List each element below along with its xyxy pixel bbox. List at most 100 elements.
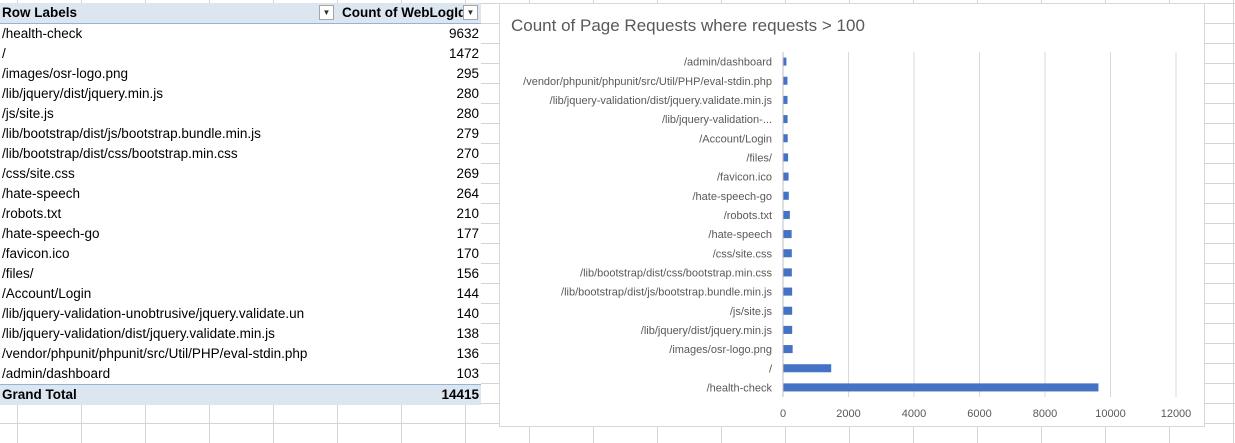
bar[interactable] <box>783 345 793 354</box>
pivot-row-label: / <box>2 46 6 61</box>
pivot-row[interactable]: /lib/bootstrap/dist/css/bootstrap.min.cs… <box>0 144 481 164</box>
pivot-row-label: /css/site.css <box>2 166 75 181</box>
bar[interactable] <box>783 153 789 162</box>
pivot-row[interactable]: /favicon.ico 170 <box>0 244 481 264</box>
x-tick-label: 2000 <box>836 408 860 420</box>
pivot-row[interactable]: /css/site.css 269 <box>0 164 481 184</box>
pivot-row-label: /lib/jquery-validation/dist/jquery.valid… <box>2 326 275 341</box>
pivot-row[interactable]: /lib/jquery/dist/jquery.min.js 280 <box>0 84 481 104</box>
bar[interactable] <box>783 383 1099 392</box>
y-category-label: /admin/dashboard <box>684 57 772 69</box>
pivot-row-label: /favicon.ico <box>2 246 70 261</box>
bar[interactable] <box>783 249 792 258</box>
y-category-label: /files/ <box>746 152 773 164</box>
pivot-row-label: /Account/Login <box>2 286 92 301</box>
pivot-row-label: /hate-speech-go <box>2 226 100 241</box>
pivot-row-value: 210 <box>456 206 479 221</box>
pivot-table: Row Labels ▼ Count of WebLogId ▼ /health… <box>0 3 481 405</box>
pivot-row-value: 269 <box>456 166 479 181</box>
pivot-row-label: /lib/bootstrap/dist/js/bootstrap.bundle.… <box>2 126 261 141</box>
grand-total-label: Grand Total <box>2 387 77 402</box>
pivot-row-label: /robots.txt <box>2 206 62 221</box>
bar[interactable] <box>783 172 789 181</box>
bar[interactable] <box>783 306 793 315</box>
pivot-row[interactable]: /images/osr-logo.png 295 <box>0 64 481 84</box>
bar[interactable] <box>783 191 789 200</box>
value-header-dropdown-icon[interactable]: ▼ <box>463 5 478 20</box>
x-tick-label: 10000 <box>1095 408 1126 420</box>
pivot-row[interactable]: /files/156 <box>0 264 481 284</box>
y-category-label: /robots.txt <box>724 210 772 222</box>
pivot-row-label: /admin/dashboard <box>2 366 111 381</box>
y-category-label: /health-check <box>707 382 773 394</box>
pivot-row-value: 177 <box>456 226 479 241</box>
y-category-label: / <box>769 363 773 375</box>
bar[interactable] <box>783 268 792 277</box>
bar-chart: 0 2000 4000 6000 8000 10000 12000/health-check… <box>523 52 1191 420</box>
y-category-label: /lib/bootstrap/dist/css/bootstrap.min.cs… <box>580 267 772 279</box>
pivot-row-label: /vendor/phpunit/phpunit/src/Util/PHP/eva… <box>2 346 308 361</box>
pivot-row[interactable]: /admin/dashboard 103 <box>0 364 481 384</box>
pivot-row-label: /lib/jquery-validation-unobtrusive/jquer… <box>2 306 305 321</box>
x-tick-label: 6000 <box>967 408 991 420</box>
row-labels-header-text: Row Labels <box>2 5 78 20</box>
row-labels-header[interactable]: Row Labels ▼ <box>0 3 338 23</box>
bar[interactable] <box>783 57 787 66</box>
pivot-row-label: /hate-speech <box>2 186 81 201</box>
value-header[interactable]: Count of WebLogId ▼ <box>338 3 481 23</box>
pivot-row-value: 136 <box>456 346 479 361</box>
y-category-label: /Account/Login <box>699 133 772 145</box>
pivot-row-value: 103 <box>456 366 479 381</box>
bar[interactable] <box>783 230 792 239</box>
pivot-row-value: 144 <box>456 286 479 301</box>
pivot-row-value: 280 <box>456 86 479 101</box>
pivot-row[interactable]: /lib/jquery-validation/dist/jquery.valid… <box>0 324 481 344</box>
y-category-label: /hate-speech <box>708 229 772 241</box>
pivot-row-value: 264 <box>456 186 479 201</box>
value-header-text: Count of WebLogId <box>342 5 467 20</box>
pivot-row-value: 295 <box>456 66 479 81</box>
bar[interactable] <box>783 134 788 143</box>
pivot-row-value: 1472 <box>448 46 479 61</box>
pivot-row-label: /files/ <box>2 266 34 281</box>
pivot-row[interactable]: /health-check 9632 <box>0 24 481 44</box>
pivot-row[interactable]: /hate-speech-go 177 <box>0 224 481 244</box>
pivot-row[interactable]: /Account/Login 144 <box>0 284 481 304</box>
pivot-row[interactable]: /js/site.js 280 <box>0 104 481 124</box>
pivot-row[interactable]: /lib/bootstrap/dist/js/bootstrap.bundle.… <box>0 124 481 144</box>
pivot-row[interactable]: /lib/jquery-validation-unobtrusive/jquer… <box>0 304 481 324</box>
bar[interactable] <box>783 287 793 296</box>
pivot-row[interactable]: /hate-speech 264 <box>0 184 481 204</box>
y-category-label: /lib/jquery-validation-... <box>662 114 772 126</box>
y-category-label: /favicon.ico <box>717 172 772 184</box>
pivot-row-value: 138 <box>456 326 479 341</box>
pivot-row-value: 279 <box>456 126 479 141</box>
pivot-row[interactable]: /vendor/phpunit/phpunit/src/Util/PHP/eva… <box>0 344 481 364</box>
pivot-row-value: 140 <box>456 306 479 321</box>
bar[interactable] <box>783 95 788 104</box>
pivot-row[interactable]: /robots.txt 210 <box>0 204 481 224</box>
pivot-row-label: /images/osr-logo.png <box>2 66 129 81</box>
y-category-label: /js/site.js <box>730 306 773 318</box>
pivot-row[interactable]: / 1472 <box>0 44 481 64</box>
bar[interactable] <box>783 210 790 219</box>
pivot-row-label: /js/site.js <box>2 106 54 121</box>
x-tick-label: 8000 <box>1033 408 1057 420</box>
bar[interactable] <box>783 115 788 124</box>
y-category-label: /lib/bootstrap/dist/js/bootstrap.bundle.… <box>561 287 772 299</box>
y-category-label: /css/site.css <box>713 248 773 260</box>
pivot-header-row: Row Labels ▼ Count of WebLogId ▼ <box>0 3 481 24</box>
pivot-row-value: 156 <box>456 266 479 281</box>
x-tick-label: 0 <box>780 408 786 420</box>
bar-chart-panel[interactable]: Count of Page Requests where requests > … <box>499 3 1205 427</box>
pivot-row-value: 270 <box>456 146 479 161</box>
pivot-row-label: /health-check <box>2 26 83 41</box>
row-labels-filter-dropdown-icon[interactable]: ▼ <box>319 5 334 20</box>
bar[interactable] <box>783 364 832 373</box>
grand-total-row[interactable]: Grand Total 14415 <box>0 384 481 405</box>
y-category-label: /vendor/phpunit/phpunit/src/Util/PHP/eva… <box>523 76 772 88</box>
pivot-row-value: 170 <box>456 246 479 261</box>
bar[interactable] <box>783 76 788 85</box>
pivot-row-value: 9632 <box>448 26 479 41</box>
bar[interactable] <box>783 325 793 334</box>
